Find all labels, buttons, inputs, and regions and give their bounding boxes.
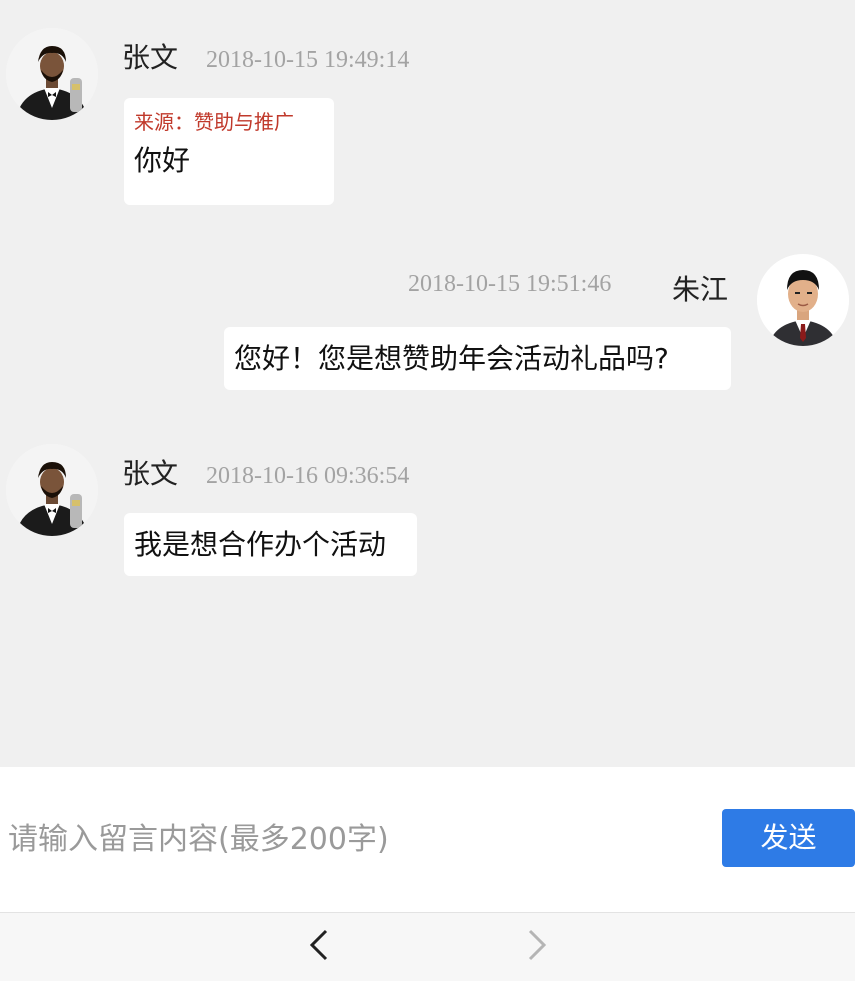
message-bubble: 您好！您是想赞助年会活动礼品吗? (224, 327, 731, 390)
sender-name: 张文 (122, 41, 179, 74)
message-timestamp: 2018-10-16 09:36:54 (206, 463, 410, 489)
forward-button[interactable] (516, 925, 556, 965)
chevron-right-icon (528, 929, 547, 961)
message-timestamp: 2018-10-15 19:51:46 (408, 271, 612, 297)
message-text: 您好！您是想赞助年会活动礼品吗? (234, 342, 669, 375)
message-source-label: 来源：赞助与推广 (134, 110, 294, 134)
message-input[interactable] (0, 767, 698, 912)
message-bubble: 我是想合作办个活动 (124, 513, 417, 576)
sender-name: 张文 (122, 457, 179, 490)
browser-nav-bar (0, 912, 855, 981)
message-text: 我是想合作办个活动 (134, 528, 387, 561)
avatar-zhujiang[interactable] (757, 254, 849, 346)
message-text: 你好 (134, 144, 191, 177)
message-composer: 发送 (0, 767, 855, 912)
chat-history: 张文 2018-10-15 19:49:14 来源：赞助与推广 你好 2018-… (0, 0, 855, 767)
send-button[interactable]: 发送 (722, 809, 855, 867)
chevron-left-icon (309, 929, 328, 961)
message-bubble: 来源：赞助与推广 你好 (124, 98, 334, 205)
sender-name: 朱江 (672, 273, 729, 306)
message-timestamp: 2018-10-15 19:49:14 (206, 47, 410, 73)
back-button[interactable] (300, 925, 340, 965)
avatar-zhangwen[interactable] (6, 28, 98, 120)
avatar-zhangwen[interactable] (6, 444, 98, 536)
